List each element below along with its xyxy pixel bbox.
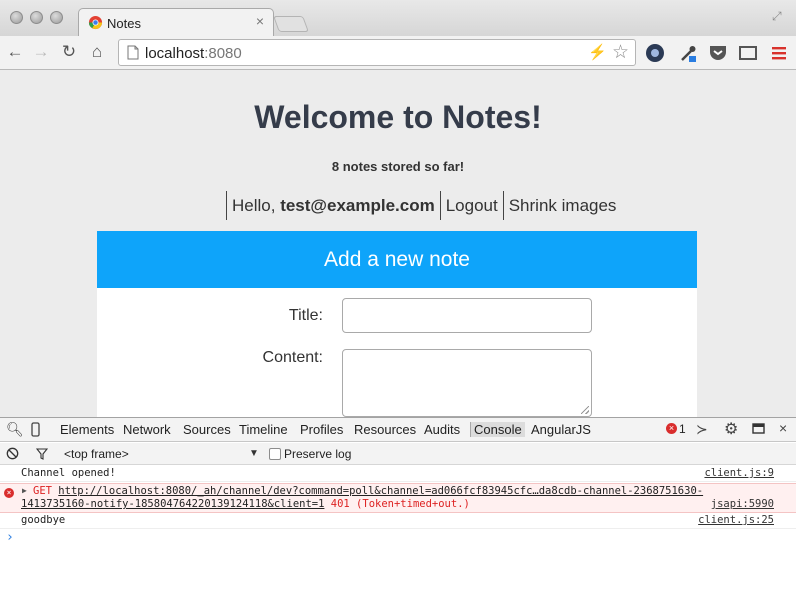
content-textarea[interactable] [342, 349, 592, 417]
log-source-link[interactable]: client.js:25 [698, 514, 774, 526]
reload-button[interactable]: ↻ [58, 40, 80, 64]
add-note-header: Add a new note [97, 231, 697, 288]
request-method: GET [33, 485, 52, 497]
forward-button[interactable]: → [30, 40, 52, 64]
console-prompt[interactable]: › [0, 530, 796, 545]
notes-count: 8 notes stored so far! [331, 159, 465, 174]
inspect-search-icon[interactable]: 🔍︎ [6, 421, 24, 438]
eyedropper-icon[interactable] [677, 42, 699, 64]
address-bar[interactable]: localhost:8080 ⚡ ☆ [118, 39, 636, 66]
user-email: test@example.com [280, 196, 435, 215]
prompt-caret-icon: › [6, 530, 14, 545]
tab-title: Notes [107, 16, 141, 31]
content-label: Content: [262, 349, 323, 366]
filter-icon[interactable] [36, 448, 48, 460]
resize-grip-icon[interactable] [581, 406, 589, 414]
window-resize-icon[interactable] [737, 42, 759, 64]
log-message: goodbye [21, 514, 66, 526]
bookmark-star-icon[interactable]: ☆ [612, 41, 629, 64]
url-port: :8080 [204, 45, 242, 62]
clear-console-icon[interactable] [6, 447, 19, 460]
error-icon: × [4, 488, 14, 498]
tab-sources[interactable]: Sources [183, 422, 231, 437]
log-row: goodbye client.js:25 [0, 514, 796, 529]
tab-close-icon[interactable]: × [256, 13, 264, 29]
settings-gear-icon[interactable]: ⚙ [724, 419, 738, 439]
browser-toolbar: ← → ↻ ⌂ localhost:8080 ⚡ ☆ [0, 36, 796, 70]
log-source-link[interactable]: jsapi:5990 [711, 498, 774, 510]
frame-select[interactable]: <top frame> [64, 447, 129, 461]
lightning-icon[interactable]: ⚡ [588, 43, 607, 61]
tab-angularjs[interactable]: AngularJS [531, 422, 591, 437]
shrink-images-link[interactable]: Shrink images [502, 191, 622, 220]
url-host: localhost [145, 45, 205, 62]
chrome-favicon-icon [88, 15, 103, 30]
request-url-line1[interactable]: http://localhost:8080/_ah/channel/dev?co… [58, 485, 703, 497]
tab-profiles[interactable]: Profiles [300, 422, 343, 437]
page-viewport: Welcome to Notes! 8 notes stored so far!… [0, 71, 796, 417]
log-source-link[interactable]: client.js:9 [704, 467, 774, 479]
minimize-window-button[interactable] [30, 11, 43, 24]
browser-tab[interactable]: Notes × [78, 8, 274, 36]
log-message: Channel opened! [21, 467, 116, 479]
browser-titlebar: Notes × ⤢ [0, 0, 796, 36]
tab-network[interactable]: Network [123, 422, 171, 437]
fullscreen-icon[interactable]: ⤢ [772, 9, 784, 23]
user-bar: Hello, test@example.com Logout Shrink im… [226, 191, 621, 220]
request-status: 401 (Token+timed+out.) [330, 498, 470, 510]
devtools-tabbar: 🔍︎ Elements Network Sources Timeline Pro… [0, 418, 796, 442]
greeting: Hello, test@example.com [226, 191, 440, 220]
expand-triangle-icon[interactable]: ▶ [22, 486, 27, 495]
new-tab-button[interactable] [273, 16, 309, 32]
url-text[interactable]: localhost:8080 [145, 45, 242, 62]
zoom-window-button[interactable] [50, 11, 63, 24]
back-button[interactable]: ← [4, 40, 26, 64]
close-devtools-icon[interactable]: × [779, 420, 787, 436]
request-url-line2[interactable]: 1413735160-notify-1858047642201391241​18… [21, 498, 324, 510]
hello-text: Hello, [232, 196, 281, 215]
add-note-form: Add a new note Title: Content: [97, 231, 697, 417]
close-window-button[interactable] [10, 11, 23, 24]
page-icon [127, 45, 139, 60]
chrome-menu-icon[interactable] [768, 42, 790, 64]
preserve-log-label: Preserve log [284, 447, 352, 461]
extension-circle-icon[interactable] [644, 42, 666, 64]
tab-timeline[interactable]: Timeline [239, 422, 288, 437]
title-input[interactable] [342, 298, 592, 333]
tab-resources[interactable]: Resources [354, 422, 416, 437]
tab-console[interactable]: Console [470, 422, 525, 437]
error-icon[interactable]: × [666, 423, 677, 434]
home-button[interactable]: ⌂ [86, 40, 108, 64]
devtools-panel: 🔍︎ Elements Network Sources Timeline Pro… [0, 417, 796, 596]
tab-elements[interactable]: Elements [60, 422, 114, 437]
pocket-icon[interactable] [707, 42, 729, 64]
preserve-log-checkbox[interactable] [269, 448, 281, 460]
log-row: Channel opened! client.js:9 [0, 467, 796, 482]
device-mode-icon[interactable] [31, 422, 40, 437]
title-label: Title: [288, 307, 323, 324]
error-count[interactable]: 1 [679, 422, 686, 436]
dock-side-icon[interactable] [752, 423, 766, 436]
drawer-toggle-icon[interactable]: ≻ [696, 421, 708, 438]
tab-audits[interactable]: Audits [424, 422, 460, 437]
page-title: Welcome to Notes! [254, 99, 542, 135]
console-filter-bar: <top frame> ▼ Preserve log [0, 443, 796, 465]
frame-dropdown-icon[interactable]: ▼ [249, 448, 259, 459]
error-log-row: × ▶ GET http://localhost:8080/_ah/channe… [0, 483, 796, 513]
logout-link[interactable]: Logout [439, 191, 503, 220]
